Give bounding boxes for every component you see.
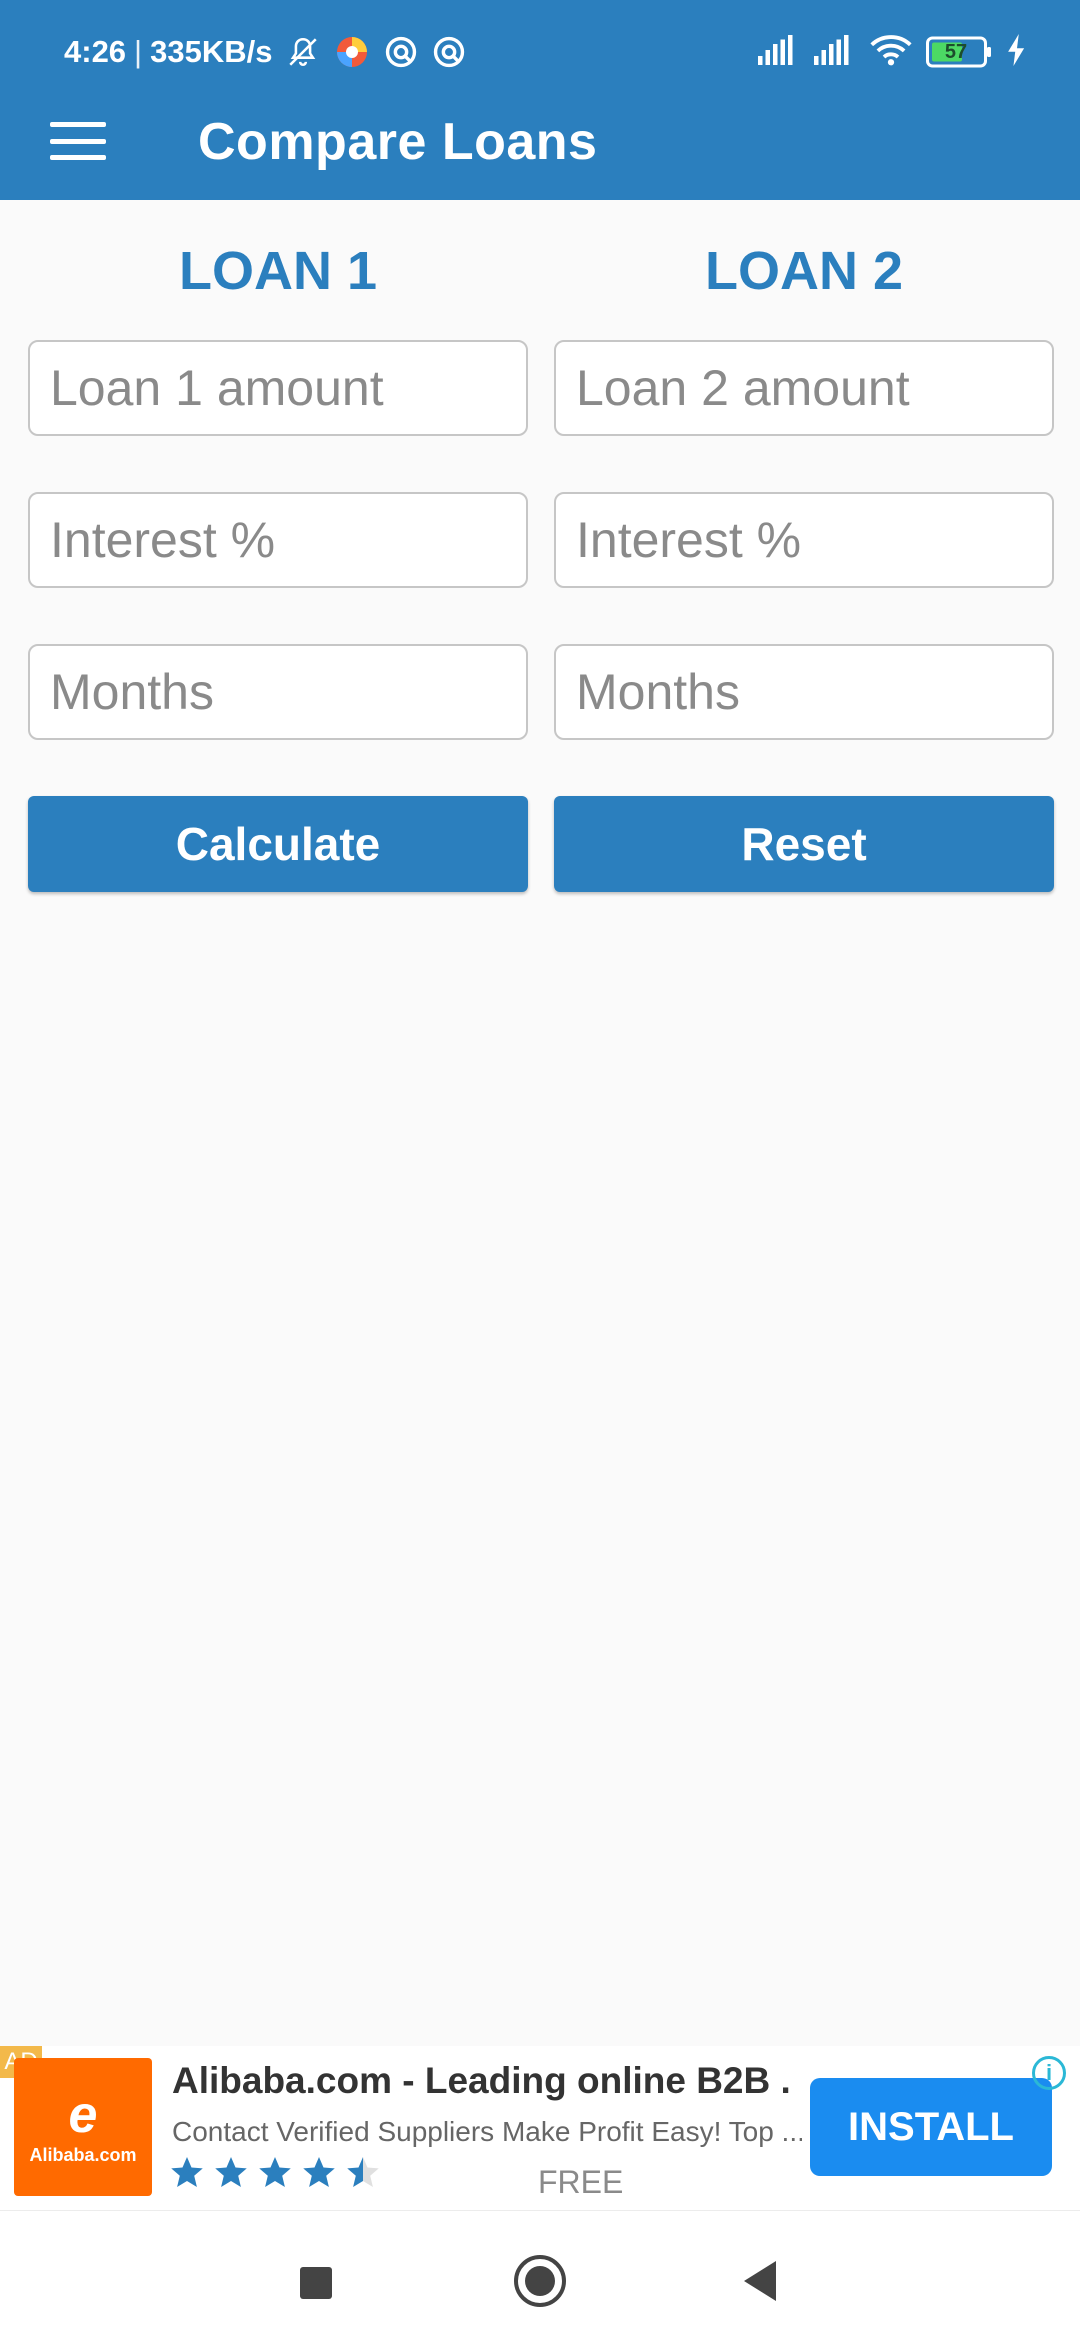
loan1-months-input[interactable]: Months bbox=[28, 644, 528, 740]
status-separator: | bbox=[134, 34, 143, 69]
browser-icon bbox=[334, 34, 370, 70]
install-button[interactable]: INSTALL bbox=[810, 2078, 1052, 2176]
loan1-column: LOAN 1 Loan 1 amount Interest % Months C… bbox=[28, 240, 528, 892]
vpn-icon bbox=[432, 35, 466, 69]
system-nav-bar bbox=[0, 2210, 1080, 2340]
loan2-heading: LOAN 2 bbox=[704, 241, 904, 301]
ad-app-logo[interactable]: e Alibaba.com bbox=[14, 2058, 152, 2196]
loan1-amount-input[interactable]: Loan 1 amount bbox=[28, 340, 528, 436]
wifi-icon bbox=[870, 34, 912, 71]
menu-line bbox=[50, 122, 106, 127]
loan1-heading: LOAN 1 bbox=[178, 241, 378, 301]
star-icon bbox=[171, 2157, 203, 2187]
status-left: 4:26 | 335KB/s bbox=[64, 30, 466, 74]
recents-icon[interactable] bbox=[300, 2267, 332, 2299]
calculate-button[interactable]: Calculate bbox=[28, 796, 528, 892]
battery-level: 57 bbox=[944, 41, 968, 63]
info-icon[interactable]: i bbox=[1032, 2056, 1066, 2090]
reset-button[interactable]: Reset bbox=[554, 796, 1054, 892]
ad-description: Contact Verified Suppliers Make Profit E… bbox=[172, 2116, 802, 2147]
ad-rating bbox=[168, 2154, 382, 2190]
loan1-interest-input[interactable]: Interest % bbox=[28, 492, 528, 588]
ad-logo-text: Alibaba.com bbox=[29, 2144, 137, 2165]
bell-off-icon bbox=[286, 35, 320, 69]
status-time: 4:26 bbox=[64, 34, 127, 69]
ad-price: FREE bbox=[538, 2164, 624, 2200]
status-network-speed: 335KB/s bbox=[150, 34, 273, 69]
ad-logo-mark: e bbox=[68, 2085, 98, 2144]
star-icon bbox=[303, 2157, 335, 2187]
signal-icon bbox=[758, 34, 800, 70]
ad-title[interactable]: Alibaba.com - Leading online B2B ... bbox=[172, 2060, 792, 2102]
status-bar: 4:26 | 335KB/s 57 bbox=[0, 0, 1080, 100]
loan2-months-input[interactable]: Months bbox=[554, 644, 1054, 740]
app-bar: 4:26 | 335KB/s 57 Compare Loans bbox=[0, 0, 1080, 200]
charging-icon bbox=[1006, 33, 1028, 71]
menu-icon[interactable] bbox=[50, 122, 106, 160]
loan2-interest-input[interactable]: Interest % bbox=[554, 492, 1054, 588]
back-icon[interactable] bbox=[744, 2261, 776, 2301]
menu-line bbox=[50, 155, 106, 160]
status-right: 57 bbox=[758, 30, 1028, 74]
page-title: Compare Loans bbox=[198, 113, 598, 171]
signal-icon bbox=[814, 34, 856, 70]
ad-banner[interactable]: AD e Alibaba.com Alibaba.com - Leading o… bbox=[0, 2046, 1080, 2210]
home-icon[interactable] bbox=[514, 2255, 566, 2307]
loan2-amount-input[interactable]: Loan 2 amount bbox=[554, 340, 1054, 436]
battery-icon: 57 bbox=[926, 36, 992, 68]
menu-line bbox=[50, 138, 106, 144]
half-star-icon bbox=[347, 2157, 379, 2187]
star-icon bbox=[259, 2157, 291, 2187]
vpn-icon bbox=[384, 35, 418, 69]
loan2-column: LOAN 2 Loan 2 amount Interest % Months R… bbox=[554, 240, 1054, 892]
star-icon bbox=[215, 2157, 247, 2187]
